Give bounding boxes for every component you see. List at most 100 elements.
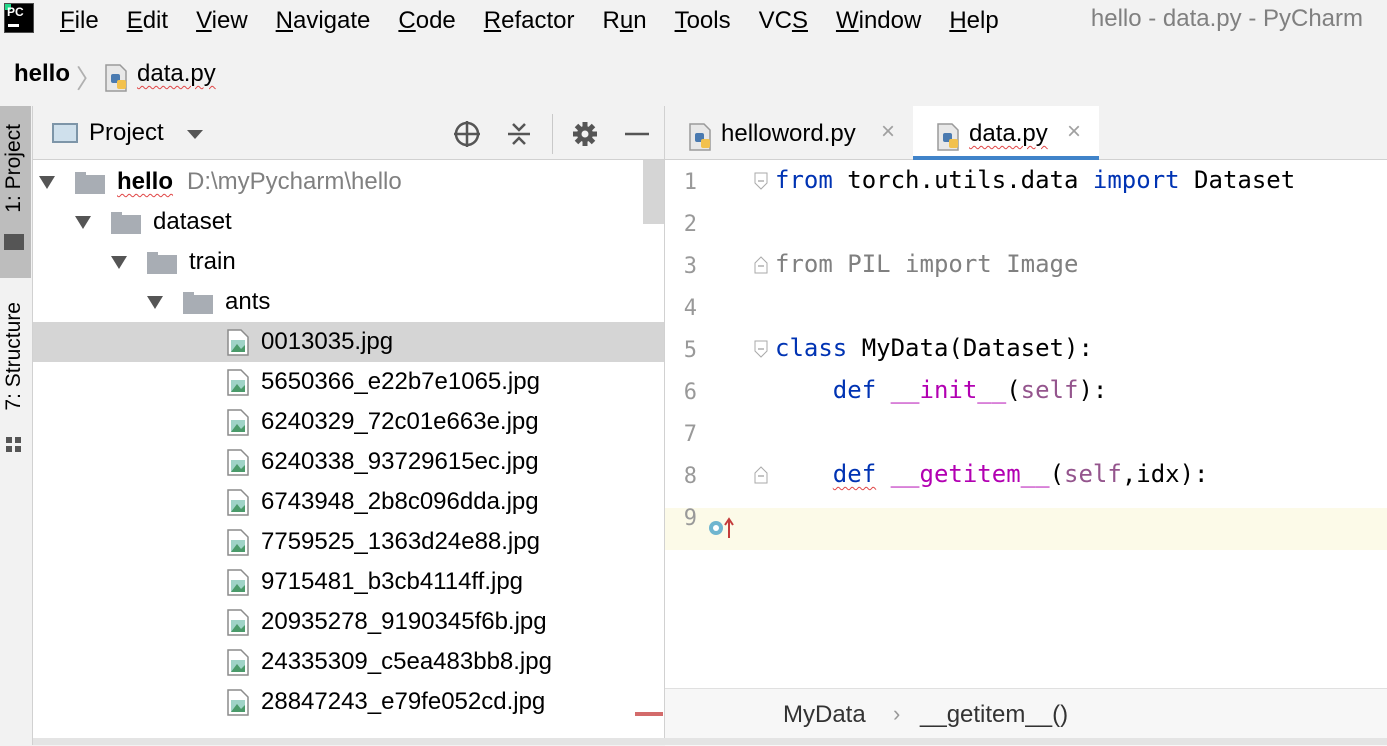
image-file-icon [227,449,249,476]
tree-file-row[interactable]: 6743948_2b8c096dda.jpg [33,482,664,522]
fold-marker-icon[interactable] [753,256,769,274]
menu-item-text: elp [966,7,999,34]
tree-item-path: D:\myPycharm\hello [187,168,402,195]
tree-folder-row[interactable]: hello D:\myPycharm\hello [33,162,664,202]
tree-folder-row[interactable]: train [33,242,664,282]
breadcrumb-class[interactable]: MyData [783,701,866,729]
menu-item-text: F [60,7,75,34]
tree-item-name: 6743948_2b8c096dda.jpg [261,488,539,515]
project-tool-label: 1: Project [2,124,25,213]
tab-label: data.py [969,120,1048,147]
menu-item[interactable]: Navigate [262,7,371,35]
menu-item-text: E [126,7,143,34]
keyword: import [1092,166,1180,194]
menu-item[interactable]: File [46,7,99,35]
project-window-icon [52,123,78,143]
gear-icon[interactable] [571,120,599,148]
expand-arrow-icon[interactable] [75,216,91,229]
menu-item[interactable]: Code [384,7,455,35]
line-number: 7 [683,422,697,447]
overrides-method-icon[interactable] [707,516,737,540]
tab-data[interactable]: data.py × [913,106,1099,160]
code-area[interactable]: 1 2 3 4 5 6 7 8 9 from torch.utils.data import D… [665,160,1387,692]
code-line-3: from PIL import Image [775,250,1079,278]
image-file-icon [227,689,249,716]
tree-file-row[interactable]: 0013035.jpg [33,322,664,362]
close-icon[interactable]: × [1067,118,1081,146]
expand-arrow-icon[interactable] [147,296,163,309]
tree-item-name: 7759525_1363d24e88.jpg [261,528,540,555]
menu-item[interactable]: Tools [661,7,731,35]
folder-icon [111,212,141,234]
menu-item-text: iew [211,7,248,34]
code-line-5: class MyData(Dataset): [775,334,1093,362]
breadcrumb-project[interactable]: hello [14,60,70,88]
tree-item-label: 6743948_2b8c096dda.jpg [261,488,539,516]
tab-helloword[interactable]: helloword.py × [665,106,913,160]
fold-marker-icon[interactable] [753,340,769,358]
menu-item-text: C [398,7,416,34]
menu-item-text: ode [415,7,456,34]
menu-item-text: S [791,7,808,34]
tree-item-name: train [189,248,236,275]
tree-file-row[interactable]: 9715481_b3cb4114ff.jpg [33,562,664,602]
menu-item[interactable]: Run [589,7,647,35]
tree-item-name: 6240329_72c01e663e.jpg [261,408,539,435]
module-name: torch.utils.data [832,166,1093,194]
tree-file-row[interactable]: 7759525_1363d24e88.jpg [33,522,664,562]
tree-item-name: 5650366_e22b7e1065.jpg [261,368,540,395]
folder-icon [147,252,177,274]
collapse-all-icon[interactable] [505,120,533,148]
expand-arrow-icon[interactable] [39,176,55,189]
paren: ): [1078,376,1108,404]
tree-file-row[interactable]: 5650366_e22b7e1065.jpg [33,362,664,402]
tree-item-name: hello [117,168,174,195]
close-icon[interactable]: × [881,118,895,146]
minimize-icon[interactable] [623,120,651,148]
fold-marker-icon[interactable] [753,466,769,484]
tree-item-label: 0013035.jpg [261,328,393,356]
menu-item[interactable]: View [182,7,248,35]
folder-icon [75,172,105,194]
menu-item[interactable]: Edit [113,7,168,35]
horizontal-scrollbar[interactable] [33,738,1387,745]
menu-item[interactable]: VCS [745,7,808,35]
tree-file-row[interactable]: 28847243_e79fe052cd.jpg [33,682,664,722]
folder-icon [183,292,213,314]
tree-file-row[interactable]: 6240338_93729615ec.jpg [33,442,664,482]
menu-item[interactable]: Refactor [470,7,575,35]
navigation-bar: hello 〉 data.py [0,55,1387,99]
error-stripe-marker[interactable] [635,712,663,716]
logo-text: PC [7,5,24,19]
locate-icon[interactable] [453,120,481,148]
tree-item-label: 5650366_e22b7e1065.jpg [261,368,540,396]
breadcrumb-file[interactable]: data.py [137,60,216,88]
code-line-6: def __init__(self): [775,376,1108,404]
keyword: from [775,166,833,194]
tree-file-row[interactable]: 6240329_72c01e663e.jpg [33,402,664,442]
fold-marker-icon[interactable] [753,172,769,190]
tree-folder-row[interactable]: dataset [33,202,664,242]
tree-file-row[interactable]: 24335309_c5ea483bb8.jpg [33,642,664,682]
tree-item-label: 28847243_e79fe052cd.jpg [261,688,545,716]
tree-file-row[interactable]: 20935278_9190345f6b.jpg [33,602,664,642]
project-tool-button[interactable]: 1: Project [0,106,31,278]
menu-item-text: H [949,7,967,34]
chevron-down-icon[interactable] [187,130,203,139]
keyword: def [832,460,877,488]
scrollbar[interactable] [643,160,664,224]
expand-arrow-icon[interactable] [111,256,127,269]
menu-item[interactable]: Help [935,7,998,35]
tree-item-name: 9715481_b3cb4114ff.jpg [261,568,524,595]
line-number: 9 [683,506,697,531]
project-view-title[interactable]: Project [89,119,164,147]
code-line-8: def __getitem__(self,idx): [775,460,1209,488]
menu-item[interactable]: Window [822,7,921,35]
tree-folder-row[interactable]: ants [33,282,664,322]
image-file-icon [227,609,249,636]
breadcrumb-method[interactable]: __getitem__() [920,701,1068,729]
